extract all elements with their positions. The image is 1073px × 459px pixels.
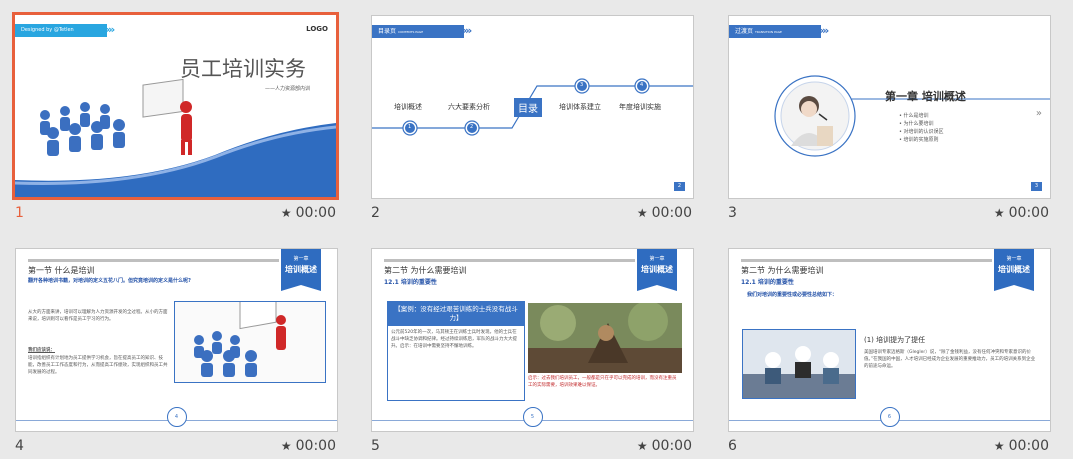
page-number: 5 bbox=[522, 407, 543, 427]
section-subtitle: 12.1 培训的重要性 bbox=[741, 279, 794, 286]
toc-item-4: 年度培训实施 bbox=[619, 103, 661, 111]
star-icon: ★ bbox=[280, 439, 292, 453]
duration: 00:00 bbox=[295, 438, 336, 454]
slide-preview: 第一章 培训概述 第二节 为什么需要培训 12.1 培训的重要性 【案例：没有经过… bbox=[371, 248, 694, 432]
toc-item-3: 培训体系建立 bbox=[559, 103, 601, 111]
star-icon: ★ bbox=[636, 206, 648, 220]
bullet-1: • 什么是培训 bbox=[899, 113, 929, 119]
slide-preview: 目录页 CONTENTS PAGE »» 1 2 3 4 培训概述 六大要素分析… bbox=[371, 15, 694, 199]
slide-number: 4 bbox=[15, 438, 24, 454]
slide-timing[interactable]: ★ 00:00 bbox=[994, 205, 1049, 221]
lead-text: 我们对培训的重要性或必要性总结如下： bbox=[747, 292, 838, 298]
chapter-ribbon: 第一章 培训概述 bbox=[994, 249, 1034, 291]
chapter-title: 第一章 培训概述 bbox=[885, 90, 966, 103]
slide-footer: 3 ★ 00:00 bbox=[728, 205, 1049, 225]
paragraph-2: 培训指组织有计划地为员工提供学习机会，旨在提高员工的知识、技能，改善员工工作态度… bbox=[28, 356, 168, 375]
slide-footer: 2 ★ 00:00 bbox=[371, 205, 692, 225]
duration: 00:00 bbox=[651, 205, 692, 221]
timeline-num-1: 1 bbox=[408, 124, 412, 130]
point-title: (1) 培训提为了提任 bbox=[864, 336, 926, 344]
page-number: 4 bbox=[166, 407, 187, 427]
slide-number: 2 bbox=[371, 205, 380, 221]
timeline-num-2: 2 bbox=[470, 124, 474, 130]
duration: 00:00 bbox=[651, 438, 692, 454]
chapter-ribbon: 第一章 培训概述 bbox=[637, 249, 677, 291]
slide-number: 1 bbox=[15, 205, 24, 221]
slide-footer: 6 ★ 00:00 bbox=[728, 438, 1049, 458]
training-classroom-image bbox=[174, 301, 326, 383]
chapter-ribbon: 第一章 培训概述 bbox=[281, 249, 321, 291]
slide-timing[interactable]: ★ 00:00 bbox=[994, 438, 1049, 454]
slide-number: 5 bbox=[371, 438, 380, 454]
duration: 00:00 bbox=[295, 205, 336, 221]
slide-timing[interactable]: ★ 00:00 bbox=[637, 205, 692, 221]
title-rule bbox=[741, 259, 992, 262]
section-title: 第二节 为什么需要培训 bbox=[384, 266, 467, 275]
duration: 00:00 bbox=[1008, 205, 1049, 221]
meeting-photo bbox=[742, 329, 856, 399]
toc-center-label: 目录 bbox=[514, 98, 542, 117]
star-icon: ★ bbox=[993, 206, 1005, 220]
point-text: 美国培训专家迈格斯（Glegler）说，“除了金钱利益，没有任何冲突和专家意识的… bbox=[864, 350, 1036, 369]
slide-footer: 4 ★ 00:00 bbox=[15, 438, 336, 458]
slide-preview: 过渡页 TRANSITION PAGE »» 第一章 培训概述 • 什么是培训 … bbox=[728, 15, 1051, 199]
chapter-bullets: • 什么是培训 • 为什么要培训 • 对培训的认识误区 • 培训的实施原则 bbox=[899, 112, 944, 144]
slide-preview: 第一章 培训概述 第一节 什么是培训 翻开各种培训书籍，对培训的定义五花八门。但究… bbox=[15, 248, 338, 432]
star-icon: ★ bbox=[280, 206, 292, 220]
page-number: 6 bbox=[879, 407, 900, 427]
duration: 00:00 bbox=[1008, 438, 1049, 454]
toc-item-2: 六大要素分析 bbox=[448, 103, 490, 111]
bullet-2: • 为什么要培训 bbox=[899, 121, 934, 127]
page-number: 3 bbox=[1031, 182, 1042, 191]
battle-scene-image bbox=[528, 303, 682, 373]
slide-preview: Designed by @Tetlen »» LOGO 员工培训实务 ——人力资… bbox=[12, 12, 339, 200]
title-rule bbox=[384, 259, 635, 262]
star-icon: ★ bbox=[636, 439, 648, 453]
bullet-4: • 培训的实施原则 bbox=[899, 137, 939, 143]
speaker-portrait bbox=[774, 75, 1050, 157]
paragraph-1: 从大的方面来讲，培训可以理解为人力资源开发的全过程。从小的方面来说，培训则可以看… bbox=[28, 310, 168, 322]
star-icon: ★ bbox=[993, 439, 1005, 453]
page-number: 2 bbox=[674, 182, 685, 191]
slide-preview: 第一章 培训概述 第二节 为什么需要培训 12.1 培训的重要性 我们对培训的重要… bbox=[728, 248, 1051, 432]
toc-item-1: 培训概述 bbox=[394, 103, 422, 111]
section-subtitle: 翻开各种培训书籍，对培训的定义五花八门。但究竟培训的定义是什么呢? bbox=[28, 278, 191, 284]
case-text: 公元前520年的一次，马其顿王在训练士兵时发现，他的士兵在战斗中缺乏协调和纪律。… bbox=[391, 330, 517, 349]
chevron-right-icon: » bbox=[1035, 108, 1042, 119]
slide-timing[interactable]: ★ 00:00 bbox=[637, 438, 692, 454]
case-box: 【案例：没有经过艰苦训练的士兵没有战斗力】 公元前520年的一次，马其顿王在训练… bbox=[387, 301, 525, 401]
slide-footer: 5 ★ 00:00 bbox=[371, 438, 692, 458]
slide-number: 6 bbox=[728, 438, 737, 454]
section-title: 第一节 什么是培训 bbox=[28, 266, 95, 275]
quote-text: 启示：过去我们培训员工，一般都是只在乎可以完成的培训，而没有注重员工的实际需要，… bbox=[528, 376, 677, 388]
timeline-num-3: 3 bbox=[580, 82, 584, 88]
slide-timing[interactable]: ★ 00:00 bbox=[281, 205, 336, 221]
slide-timing[interactable]: ★ 00:00 bbox=[281, 438, 336, 454]
section-title: 第二节 为什么需要培训 bbox=[741, 266, 824, 275]
title-rule bbox=[28, 259, 279, 262]
timeline-num-4: 4 bbox=[640, 82, 644, 88]
section-subtitle: 12.1 培训的重要性 bbox=[384, 279, 437, 286]
training-figures-illustration bbox=[15, 78, 336, 197]
bullet-3: • 对培训的认识误区 bbox=[899, 129, 944, 135]
slide-footer: 1 ★ 00:00 bbox=[15, 205, 336, 225]
slide-number: 3 bbox=[728, 205, 737, 221]
case-title: 【案例：没有经过艰苦训练的士兵没有战斗力】 bbox=[388, 302, 524, 326]
paragraph-2-head: 我们应该说： bbox=[28, 348, 55, 353]
